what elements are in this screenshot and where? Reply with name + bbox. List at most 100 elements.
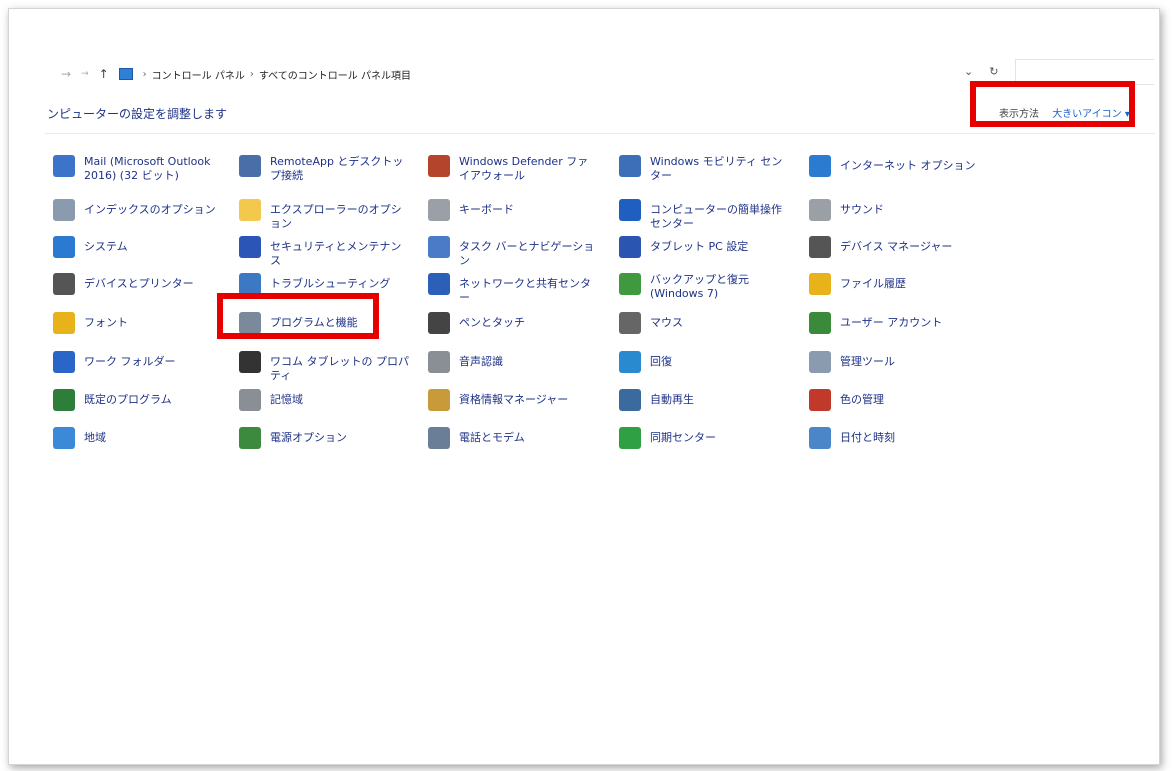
control-panel-item[interactable]: デバイスとプリンター	[53, 273, 238, 295]
control-panel-item[interactable]: タブレット PC 設定	[619, 236, 804, 258]
control-panel-item[interactable]: セキュリティとメンテナンス	[239, 236, 424, 268]
control-panel-item-label: 日付と時刻	[840, 431, 895, 444]
security-flag-icon	[239, 236, 261, 258]
wacom-tablet-icon	[239, 351, 261, 373]
control-panel-icon	[118, 68, 133, 80]
pen-icon	[428, 312, 450, 334]
control-panel-item-label: セキュリティとメンテナンス	[270, 240, 402, 267]
control-panel-item-label: 地域	[84, 431, 106, 444]
control-panel-item[interactable]: サウンド	[809, 199, 994, 221]
power-options-icon	[239, 427, 261, 449]
control-panel-item[interactable]: フォント	[53, 312, 238, 334]
control-panel-item[interactable]: ネットワークと共有センター	[428, 273, 613, 305]
credential-icon	[428, 389, 450, 411]
tablet-pc-icon	[619, 236, 641, 258]
control-panel-item[interactable]: 地域	[53, 427, 238, 449]
mail-icon	[53, 155, 75, 177]
control-panel-item[interactable]: キーボード	[428, 199, 613, 221]
control-panel-item[interactable]: コンピューターの簡単操作センター	[619, 199, 804, 231]
control-panel-item[interactable]: マウス	[619, 312, 804, 334]
control-panel-item-label: ペンとタッチ	[459, 316, 525, 329]
control-panel-item-label: 管理ツール	[840, 355, 895, 368]
control-panel-item-label: 電話とモデム	[459, 431, 525, 444]
firewall-icon	[428, 155, 450, 177]
sound-icon	[809, 199, 831, 221]
control-panel-item-label: 記憶域	[270, 393, 303, 406]
control-panel-item[interactable]: インデックスのオプション	[53, 199, 238, 221]
control-panel-item-label: システム	[84, 240, 128, 253]
control-panel-item[interactable]: 回復	[619, 351, 804, 373]
control-panel-item-label: 色の管理	[840, 393, 884, 406]
storage-icon	[239, 389, 261, 411]
control-panel-item[interactable]: 資格情報マネージャー	[428, 389, 613, 411]
control-panel-item[interactable]: ワーク フォルダー	[53, 351, 238, 373]
control-panel-item-label: バックアップと復元 (Windows 7)	[650, 273, 749, 300]
page-title: ンピューターの設定を調整します	[47, 107, 228, 121]
control-panel-item-label: マウス	[650, 316, 683, 329]
control-panel-item-label: インターネット オプション	[840, 159, 976, 172]
control-panel-item[interactable]: Mail (Microsoft Outlook 2016) (32 ビット)	[53, 155, 238, 183]
printer-icon	[53, 273, 75, 295]
device-manager-icon	[809, 236, 831, 258]
control-panel-item-label: コンピューターの簡単操作センター	[650, 203, 782, 230]
control-panel-item[interactable]: 同期センター	[619, 427, 804, 449]
troubleshoot-icon	[239, 273, 261, 295]
internet-options-icon	[809, 155, 831, 177]
address-bar: → → ↑ › コントロール パネル › すべてのコントロール パネル項目	[61, 65, 411, 83]
control-panel-item[interactable]: ユーザー アカウント	[809, 312, 994, 334]
control-panel-item-label: RemoteApp とデスクトップ接続	[270, 155, 404, 182]
back-button[interactable]: →	[61, 67, 71, 81]
color-management-icon	[809, 389, 831, 411]
up-button[interactable]: ↑	[99, 67, 109, 81]
control-panel-item[interactable]: タスク バーとナビゲーション	[428, 236, 613, 268]
chevron-down-icon[interactable]: ⌄	[964, 65, 973, 78]
forward-button[interactable]: →	[81, 69, 89, 79]
control-panel-item[interactable]: ファイル履歴	[809, 273, 994, 295]
control-panel-item[interactable]: 既定のプログラム	[53, 389, 238, 411]
control-panel-item[interactable]: 記憶域	[239, 389, 424, 411]
user-accounts-icon	[809, 312, 831, 334]
region-icon	[53, 427, 75, 449]
address-bar-controls: ⌄ ↻	[964, 65, 998, 78]
control-panel-item[interactable]: RemoteApp とデスクトップ接続	[239, 155, 424, 183]
chevron-right-icon: ›	[142, 68, 147, 80]
control-panel-item[interactable]: ワコム タブレットの プロパティ	[239, 351, 424, 383]
control-panel-item[interactable]: システム	[53, 236, 238, 258]
control-panel-item[interactable]: Windows Defender ファイアウォール	[428, 155, 613, 183]
control-panel-item-label: Mail (Microsoft Outlook 2016) (32 ビット)	[84, 155, 211, 182]
highlight-programs-features	[217, 293, 379, 339]
control-panel-item-label: 音声認識	[459, 355, 503, 368]
date-time-icon	[809, 427, 831, 449]
control-panel-item[interactable]: Windows モビリティ センター	[619, 155, 804, 183]
control-panel-item[interactable]: デバイス マネージャー	[809, 236, 994, 258]
control-panel-item-label: エクスプローラーのオプション	[270, 203, 402, 230]
control-panel-window: → → ↑ › コントロール パネル › すべてのコントロール パネル項目 ⌄ …	[8, 8, 1160, 765]
control-panel-item-label: タスク バーとナビゲーション	[459, 240, 595, 267]
control-panel-item-label: ユーザー アカウント	[840, 316, 943, 329]
control-panel-item[interactable]: 日付と時刻	[809, 427, 994, 449]
work-folders-icon	[53, 351, 75, 373]
control-panel-item-label: ネットワークと共有センター	[459, 277, 591, 304]
mobility-icon	[619, 155, 641, 177]
control-panel-item[interactable]: 色の管理	[809, 389, 994, 411]
control-panel-item-label: トラブルシューティング	[270, 277, 391, 290]
mouse-icon	[619, 312, 641, 334]
control-panel-item-label: Windows モビリティ センター	[650, 155, 783, 182]
control-panel-item[interactable]: 電源オプション	[239, 427, 424, 449]
refresh-icon[interactable]: ↻	[989, 65, 998, 78]
control-panel-item[interactable]: バックアップと復元 (Windows 7)	[619, 273, 804, 301]
breadcrumb-all-items[interactable]: すべてのコントロール パネル項目	[259, 67, 411, 82]
control-panel-item[interactable]: ペンとタッチ	[428, 312, 613, 334]
control-panel-item[interactable]: 音声認識	[428, 351, 613, 373]
breadcrumb-control-panel[interactable]: コントロール パネル	[152, 67, 245, 82]
file-history-icon	[809, 273, 831, 295]
control-panel-item[interactable]: 自動再生	[619, 389, 804, 411]
control-panel-item[interactable]: トラブルシューティング	[239, 273, 424, 295]
control-panel-item[interactable]: 電話とモデム	[428, 427, 613, 449]
control-panel-item[interactable]: 管理ツール	[809, 351, 994, 373]
network-icon	[428, 273, 450, 295]
control-panel-item[interactable]: インターネット オプション	[809, 155, 994, 177]
control-panel-item-label: キーボード	[459, 203, 514, 216]
control-panel-item[interactable]: エクスプローラーのオプション	[239, 199, 424, 231]
divider	[45, 133, 1155, 134]
